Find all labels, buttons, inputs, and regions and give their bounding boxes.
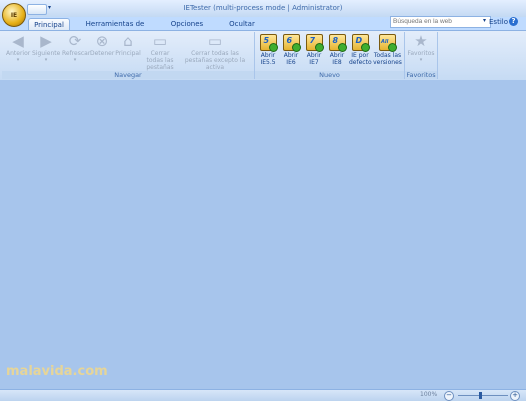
- ie-version-badge: 5: [263, 36, 270, 45]
- group-label-nuevo: Nuevo: [255, 71, 404, 79]
- group-label-favoritos: Favoritos: [405, 71, 437, 79]
- tab-opciones[interactable]: Opciones: [168, 18, 206, 30]
- open-ie55-label: Abrir IE5.5: [260, 52, 276, 66]
- ie-icon: 8: [328, 34, 347, 52]
- forward-button[interactable]: ▶ Siguiente ▾: [32, 34, 60, 72]
- group-navegar: ◀ Anterior ▾ ▶ Siguiente ▾ ⟳ Refrescar ▾ ⊗ …: [2, 32, 255, 79]
- ie-version-badge: 6: [286, 36, 293, 45]
- tab-herramientas[interactable]: Herramientas de desarrollo: [74, 18, 156, 40]
- ie-icon: 5: [259, 34, 278, 52]
- browser-content-area[interactable]: [0, 80, 526, 389]
- back-label: Anterior: [6, 50, 31, 57]
- window-title: IETester (multi-process mode | Administr…: [183, 4, 343, 12]
- open-ie8-label: Abrir IE8: [329, 52, 345, 66]
- tab-ocultar-botones[interactable]: Ocultar botones: [214, 18, 270, 40]
- refresh-label: Refrescar: [62, 50, 91, 57]
- forward-label: Siguiente: [32, 50, 61, 57]
- open-ie7-button[interactable]: 7 Abrir IE7: [304, 34, 324, 72]
- zoom-level: 100%: [420, 391, 438, 398]
- home-button[interactable]: ⌂ Principal: [115, 34, 141, 72]
- close-other-tabs-button[interactable]: ▭ Cerrar todas las pestañas excepto la a…: [179, 34, 251, 72]
- refresh-icon: ⟳: [68, 32, 82, 50]
- app-logo-icon: IE: [10, 11, 18, 19]
- zoom-slider-track[interactable]: [458, 395, 508, 396]
- favorites-label: Favoritos: [407, 50, 435, 57]
- title-bar: IETester (multi-process mode | Administr…: [0, 0, 526, 17]
- ie-default-label: IE por defecto: [349, 52, 372, 66]
- close-other-tabs-label: Cerrar todas las pestañas excepto la act…: [184, 50, 246, 71]
- open-ie6-label: Abrir IE6: [283, 52, 299, 66]
- app-menu-button[interactable]: IE: [2, 3, 26, 27]
- ie-version-badge: D: [355, 36, 363, 45]
- forward-arrow-icon: ▶: [40, 32, 52, 50]
- home-icon: ⌂: [123, 32, 133, 50]
- stop-label: Detener: [90, 50, 115, 57]
- close-other-tabs-icon: ▭: [207, 32, 223, 50]
- back-arrow-icon: ◀: [12, 32, 24, 50]
- quick-access-toolbar[interactable]: [27, 4, 47, 15]
- refresh-button[interactable]: ⟳ Refrescar ▾: [62, 32, 91, 72]
- search-dropdown-icon[interactable]: ▾: [483, 17, 486, 24]
- ie-icon: D: [351, 34, 370, 52]
- open-ie7-label: Abrir IE7: [306, 52, 322, 66]
- style-menu-label: Estilo: [489, 18, 508, 26]
- group-nuevo: 5 Abrir IE5.5 6 Abrir IE6 7 Abrir IE7 8 …: [255, 32, 405, 79]
- stop-icon: ⊗: [95, 32, 109, 50]
- ie-version-badge: 8: [332, 36, 339, 45]
- close-all-tabs-label: Cerrar todas las pestañas: [146, 50, 174, 71]
- watermark: malavida.com: [6, 364, 108, 379]
- home-label: Principal: [115, 50, 141, 57]
- ie-icon: 7: [305, 34, 324, 52]
- zoom-slider-thumb[interactable]: [479, 392, 482, 399]
- status-bar: 100% − +: [0, 389, 526, 401]
- open-ie55-button[interactable]: 5 Abrir IE5.5: [257, 34, 279, 72]
- help-icon[interactable]: ?: [509, 17, 518, 26]
- group-favoritos: ★ Favoritos ▾ Favoritos: [405, 32, 438, 79]
- all-versions-button[interactable]: All Todas las versiones: [373, 34, 402, 72]
- ribbon: ◀ Anterior ▾ ▶ Siguiente ▾ ⟳ Refrescar ▾ ⊗ …: [0, 30, 526, 81]
- group-label-navegar: Navegar: [2, 71, 254, 79]
- open-ie8-button[interactable]: 8 Abrir IE8: [327, 34, 347, 72]
- search-input[interactable]: [390, 16, 491, 28]
- close-tabs-icon: ▭: [152, 32, 168, 50]
- ie-default-button[interactable]: D IE por defecto: [349, 34, 372, 72]
- ie-icon: 6: [282, 34, 301, 52]
- ie-icon: All: [379, 34, 397, 52]
- ie-version-badge: 7: [309, 36, 316, 45]
- star-icon: ★: [414, 32, 428, 50]
- ie-version-badge: All: [381, 39, 389, 45]
- open-ie6-button[interactable]: 6 Abrir IE6: [281, 34, 301, 72]
- back-button[interactable]: ◀ Anterior ▾: [6, 34, 30, 72]
- customize-qat-icon[interactable]: ▾: [48, 4, 51, 11]
- close-all-tabs-button[interactable]: ▭ Cerrar todas las pestañas: [142, 34, 178, 72]
- all-versions-label: Todas las versiones: [373, 52, 402, 66]
- favorites-button[interactable]: ★ Favoritos ▾: [407, 34, 435, 72]
- stop-button[interactable]: ⊗ Detener: [90, 34, 114, 72]
